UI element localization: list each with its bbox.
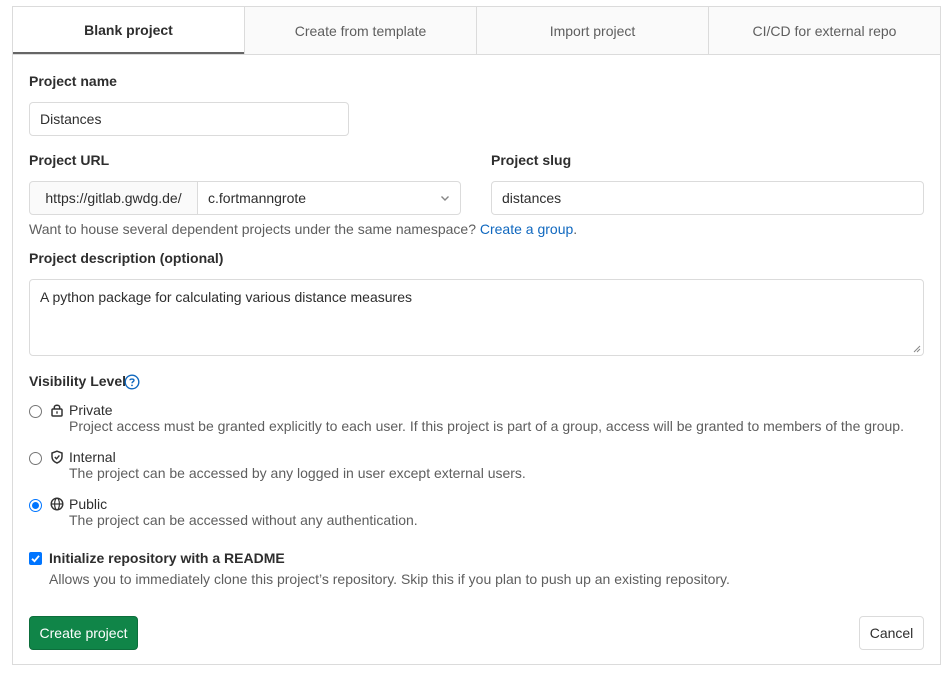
visibility-public-label: Public	[69, 496, 108, 512]
description-label: Project description (optional)	[29, 250, 224, 266]
chevron-down-icon	[441, 196, 449, 201]
visibility-private-label: Private	[69, 402, 113, 418]
project-slug-label: Project slug	[491, 152, 572, 168]
description-textarea[interactable]: A python package for calculating various…	[29, 279, 924, 356]
visibility-level-label: Visibility Level	[29, 373, 127, 389]
namespace-value: c.fortmanngrote	[208, 190, 307, 206]
tab-create-from-template[interactable]: Create from template	[244, 7, 476, 54]
lock-icon	[51, 404, 63, 417]
shield-icon	[51, 450, 63, 464]
tab-import-project[interactable]: Import project	[476, 7, 708, 54]
description-value: A python package for calculating various…	[40, 289, 412, 305]
create-project-button[interactable]: Create project	[29, 616, 138, 650]
tab-blank-project[interactable]: Blank project	[13, 7, 244, 54]
visibility-private-radio[interactable]	[29, 405, 42, 418]
visibility-internal-label: Internal	[69, 449, 116, 465]
project-name-label: Project name	[29, 73, 117, 89]
project-slug-input[interactable]: distances	[491, 181, 924, 215]
checkmark-icon	[31, 555, 40, 563]
visibility-private-description: Project access must be granted explicitl…	[69, 418, 904, 434]
project-type-tabs: Blank project Create from template Impor…	[13, 7, 940, 55]
readme-checkbox[interactable]	[29, 552, 42, 565]
new-project-panel: Blank project Create from template Impor…	[12, 6, 941, 665]
visibility-public-radio[interactable]	[29, 499, 42, 512]
readme-help-text: Allows you to immediately clone this pro…	[49, 571, 730, 587]
project-name-input[interactable]: Distances	[29, 102, 349, 136]
namespace-help-sentence: Want to house several dependent projects…	[29, 221, 480, 237]
question-circle-icon[interactable]	[124, 374, 140, 390]
visibility-internal-description: The project can be accessed by any logge…	[69, 465, 526, 481]
namespace-help-suffix: .	[573, 221, 578, 237]
namespace-help-text: Want to house several dependent projects…	[29, 221, 577, 237]
tab-cicd-external-repo[interactable]: CI/CD for external repo	[708, 7, 940, 54]
visibility-internal-radio[interactable]	[29, 452, 42, 465]
visibility-public-description: The project can be accessed without any …	[69, 512, 418, 528]
readme-checkbox-label[interactable]: Initialize repository with a README	[49, 550, 285, 566]
namespace-select[interactable]: c.fortmanngrote	[197, 181, 461, 215]
cancel-button[interactable]: Cancel	[859, 616, 924, 650]
project-url-prefix: https://gitlab.gwdg.de/	[29, 181, 198, 215]
project-url-label: Project URL	[29, 152, 110, 168]
resize-handle-icon[interactable]	[913, 345, 921, 353]
create-group-link[interactable]: Create a group	[480, 221, 573, 237]
globe-icon	[50, 497, 64, 511]
